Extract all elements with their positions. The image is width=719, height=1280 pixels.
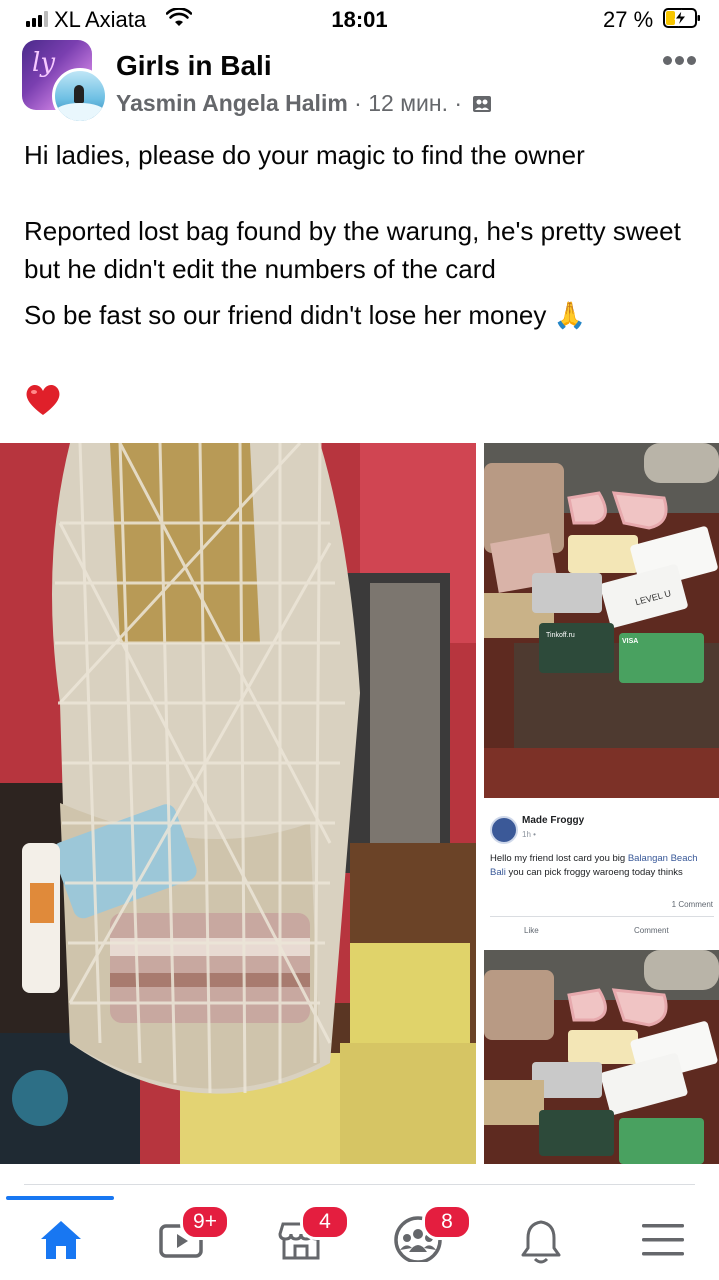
status-bar: XL Axiata 18:01 27 % xyxy=(0,0,719,40)
post-paragraph-1: Hi ladies, please do your magic to find … xyxy=(24,140,585,170)
byline-separator: · xyxy=(347,90,369,116)
photo-cards-table[interactable]: LEVEL U Tinkoff.ru VISA xyxy=(484,443,719,798)
embedded-text-before: Hello my friend lost card you big xyxy=(490,853,628,864)
embedded-name: Made Froggy xyxy=(522,815,585,826)
tab-menu[interactable] xyxy=(612,1200,712,1278)
battery-charging-icon xyxy=(663,8,700,28)
embedded-facebook-post: Made Froggy 1h • Hello my friend lost ca… xyxy=(484,806,719,946)
embedded-time: 1h • xyxy=(522,830,536,839)
more-options-button[interactable] xyxy=(663,54,697,68)
tab-groups[interactable]: 8 xyxy=(370,1200,472,1278)
red-heart-icon xyxy=(26,385,60,415)
embedded-comment-label: Comment xyxy=(634,926,669,935)
tab-home[interactable] xyxy=(10,1200,110,1278)
author-avatar[interactable] xyxy=(52,68,108,124)
embedded-comment-count: 1 Comment xyxy=(671,900,713,909)
embedded-text: Hello my friend lost card you big Balang… xyxy=(490,852,714,880)
embedded-divider xyxy=(490,916,714,917)
post-header: ly Girls in Bali Yasmin Angela Halim · 1… xyxy=(0,40,719,124)
groups-badge: 8 xyxy=(422,1204,472,1240)
marketplace-badge: 4 xyxy=(300,1204,350,1240)
home-icon xyxy=(41,1221,81,1259)
post-paragraph-3: So be fast so our friend didn't lose her… xyxy=(24,300,586,330)
post-byline: Yasmin Angela Halim · 12 мин. · xyxy=(116,90,492,117)
photo-string-bag[interactable] xyxy=(0,443,476,1164)
tab-notifications[interactable] xyxy=(490,1200,590,1278)
card-brand-tinkoff: Tinkoff.ru xyxy=(546,632,575,639)
group-name[interactable]: Girls in Bali xyxy=(116,50,272,82)
embedded-avatar xyxy=(490,816,518,844)
menu-icon xyxy=(642,1224,684,1256)
post-footer-spacer xyxy=(0,1164,719,1198)
byline-separator-2: · xyxy=(447,90,469,116)
post-footer-divider xyxy=(24,1184,695,1185)
card-brand-visa: VISA xyxy=(622,638,638,645)
group-audience-icon xyxy=(473,96,492,112)
author-name[interactable]: Yasmin Angela Halim xyxy=(116,90,348,116)
watch-badge: 9+ xyxy=(180,1204,230,1240)
embedded-text-after: you can pick froggy waroeng today thinks xyxy=(505,867,683,878)
tab-marketplace[interactable]: 4 xyxy=(250,1200,350,1278)
post-paragraph-2: Reported lost bag found by the warung, h… xyxy=(24,216,681,284)
photo-screenshot-post[interactable]: Made Froggy 1h • Hello my friend lost ca… xyxy=(484,806,719,1164)
cards-illustration: LEVEL U Tinkoff.ru VISA xyxy=(484,443,719,798)
tab-watch[interactable]: 9+ xyxy=(130,1200,230,1278)
battery-percent: 27 % xyxy=(603,7,654,32)
bottom-tab-bar: 9+ 4 8 xyxy=(0,1196,719,1280)
bell-icon xyxy=(521,1220,561,1264)
embedded-like-label: Like xyxy=(524,926,539,935)
post-text: Hi ladies, please do your magic to find … xyxy=(24,136,704,334)
cards-illustration-2 xyxy=(484,950,719,1164)
post-time[interactable]: 12 мин. xyxy=(368,90,448,116)
string-bag-illustration xyxy=(0,443,476,1164)
